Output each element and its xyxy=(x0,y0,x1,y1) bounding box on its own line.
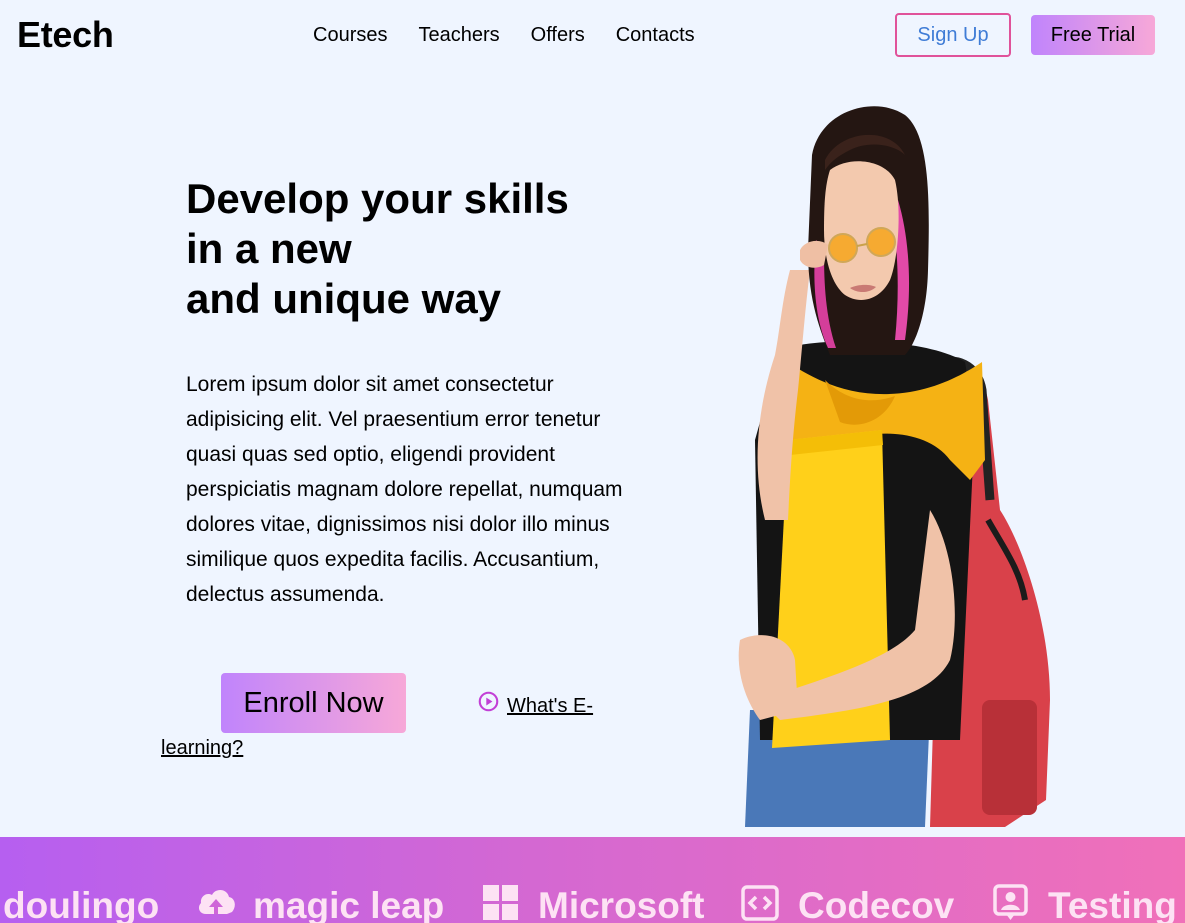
main-nav: Courses Teachers Offers Contacts xyxy=(313,24,726,47)
partners-strip: doulingo magic leap Microsoft Codecov Te… xyxy=(0,837,1185,923)
hero-title-line-2: in a new xyxy=(186,225,352,272)
nav-courses[interactable]: Courses xyxy=(313,24,387,47)
cloud-upload-icon xyxy=(198,889,235,914)
partner-doulingo: doulingo xyxy=(3,885,160,923)
partner-microsoft: Microsoft xyxy=(538,885,705,923)
partner-testing: Testing xyxy=(1048,885,1177,923)
enroll-now-button[interactable]: Enroll Now xyxy=(221,673,406,733)
free-trial-button[interactable]: Free Trial xyxy=(1031,15,1155,55)
what-is-elearning-link[interactable]: What's E- xyxy=(507,695,593,718)
logo[interactable]: Etech xyxy=(17,14,114,56)
nav-offers[interactable]: Offers xyxy=(531,24,585,47)
hero-paragraph: Lorem ipsum dolor sit amet consectetur a… xyxy=(186,373,623,606)
play-circle-icon[interactable] xyxy=(478,691,499,712)
hero-title-line-1: Develop your skills xyxy=(186,175,569,222)
nav-teachers[interactable]: Teachers xyxy=(418,24,499,47)
hero-student-image xyxy=(738,106,1050,827)
hero-title: Develop your skills in a new and unique … xyxy=(186,174,646,324)
windows-icon xyxy=(483,885,518,920)
code-icon xyxy=(741,885,779,921)
partner-magic-leap: magic leap xyxy=(253,885,445,923)
user-card-icon xyxy=(993,884,1028,920)
hero-title-line-3: and unique way xyxy=(186,275,502,322)
nav-contacts[interactable]: Contacts xyxy=(616,24,695,47)
partner-codecov: Codecov xyxy=(798,885,955,923)
sign-up-button[interactable]: Sign Up xyxy=(895,13,1011,57)
what-is-elearning-link-continued[interactable]: learning? xyxy=(161,737,243,760)
